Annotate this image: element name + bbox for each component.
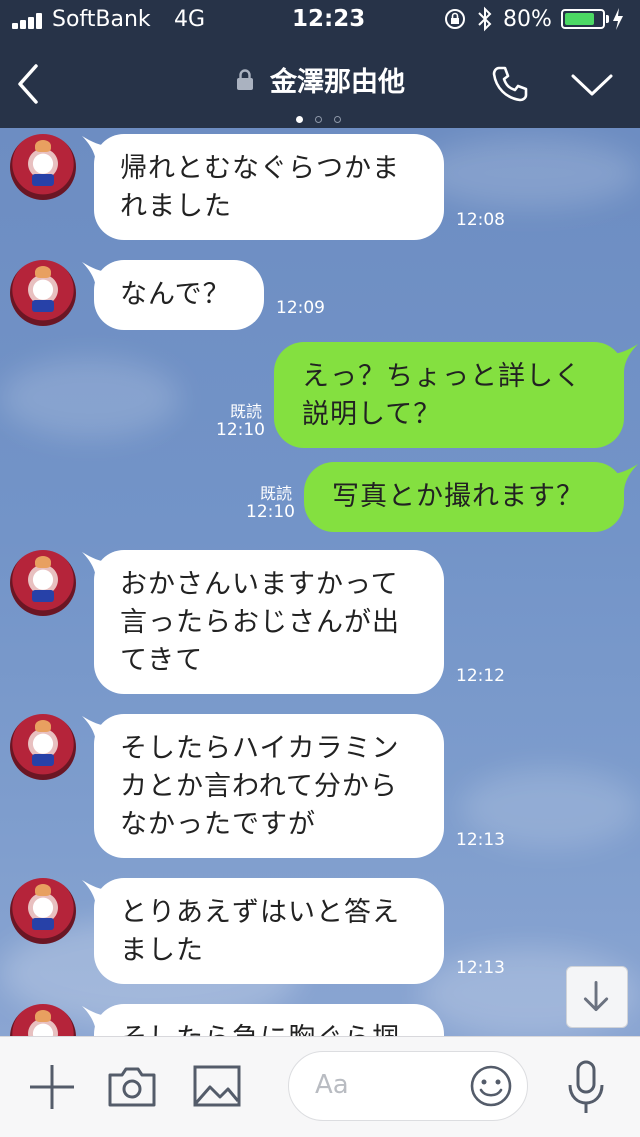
message-time: 12:10 (216, 420, 265, 440)
network-type: 4G (174, 7, 206, 32)
message-bubble[interactable]: おかさんいますかって 言ったらおじさんが出 てきて (94, 550, 444, 694)
message-bubble[interactable]: 帰れとむなぐらつかま れました (94, 134, 444, 240)
message-text: 説明して？ (302, 399, 442, 430)
charging-bolt-icon (613, 8, 623, 30)
bubble-tail (610, 344, 638, 372)
camera-icon[interactable] (106, 1063, 158, 1109)
message-bubble[interactable]: そしたらハイカラミン カとか言われて分から なかったですが (94, 714, 444, 858)
carrier-name: SoftBank (52, 7, 151, 32)
avatar[interactable] (10, 134, 76, 200)
image-icon[interactable] (192, 1063, 242, 1109)
message-input[interactable]: Aa (288, 1051, 528, 1121)
message-bubble[interactable]: とりあえずはいと答え ました (94, 878, 444, 984)
message-time: 12:13 (456, 830, 505, 850)
chat-header: 金澤那由他 (0, 40, 640, 128)
message-text: とりあえずはいと答え (120, 897, 400, 928)
microphone-icon[interactable] (566, 1059, 606, 1115)
message-bubble[interactable]: そしたら急に胸ぐら掴 (94, 1004, 444, 1036)
message-text: てきて (120, 645, 204, 676)
page-indicator (296, 108, 353, 127)
chevron-down-icon[interactable] (570, 72, 614, 98)
message-text: 写真とか撮れます？ (332, 481, 584, 512)
message-text: なかったですが (120, 809, 316, 840)
avatar[interactable] (10, 714, 76, 780)
plus-icon[interactable] (28, 1063, 76, 1111)
message-list[interactable]: 帰れとむなぐらつかま れました 12:08 なんで？ 12:09 えっ？ちょっと… (0, 128, 640, 1036)
message-text: なんで？ (120, 279, 231, 310)
message-bubble-outgoing[interactable]: 写真とか撮れます？ (304, 462, 624, 532)
arrow-down-icon (583, 981, 609, 1012)
read-receipt: 既読 (229, 402, 262, 421)
status-bar: SoftBank 4G 12:23 80% (0, 0, 640, 40)
message-text: おかさんいますかって (120, 569, 399, 600)
signal-strength-icon (12, 13, 48, 29)
message-text: そしたらハイカラミン (120, 733, 400, 764)
read-receipt: 既読 (259, 484, 292, 503)
message-time: 12:09 (276, 298, 325, 318)
chat-title: 金澤那由他 (270, 67, 406, 98)
battery-percent: 80% (503, 7, 552, 32)
page-dot (334, 116, 341, 123)
message-bubble-outgoing[interactable]: えっ？ちょっと詳しく 説明して？ (274, 342, 624, 448)
message-text: そしたら急に胸ぐら掴 (120, 1020, 418, 1036)
battery-icon (561, 9, 605, 29)
message-time: 12:13 (456, 958, 505, 978)
message-text: カとか言われて分から (120, 771, 398, 802)
message-bubble[interactable]: なんで？ (94, 260, 264, 330)
message-time: 12:08 (456, 210, 505, 230)
bubble-tail (610, 464, 638, 492)
page-dot-active (296, 116, 303, 123)
avatar[interactable] (10, 878, 76, 944)
message-text: えっ？ちょっと詳しく (302, 361, 582, 392)
chat-title-bar[interactable]: 金澤那由他 (0, 60, 640, 99)
bluetooth-icon (478, 6, 492, 32)
message-input-placeholder: Aa (315, 1070, 349, 1100)
avatar[interactable] (10, 260, 76, 326)
composer-bar: Aa (0, 1036, 640, 1137)
smile-icon[interactable] (469, 1064, 513, 1108)
message-time: 12:12 (456, 666, 505, 686)
message-text: れました (120, 191, 232, 222)
message-time: 12:10 (246, 502, 295, 522)
message-text: 言ったらおじさんが出 (120, 607, 400, 638)
page-dot (315, 116, 322, 123)
message-text: 帰れとむなぐらつかま (120, 153, 400, 184)
clock: 12:23 (292, 6, 366, 32)
phone-icon[interactable] (490, 64, 530, 104)
avatar[interactable] (10, 550, 76, 616)
message-text: ました (120, 935, 204, 966)
lock-icon (236, 68, 253, 90)
orientation-lock-icon (445, 9, 465, 29)
scroll-to-bottom-button[interactable] (566, 966, 628, 1028)
battery-tip (606, 15, 609, 23)
